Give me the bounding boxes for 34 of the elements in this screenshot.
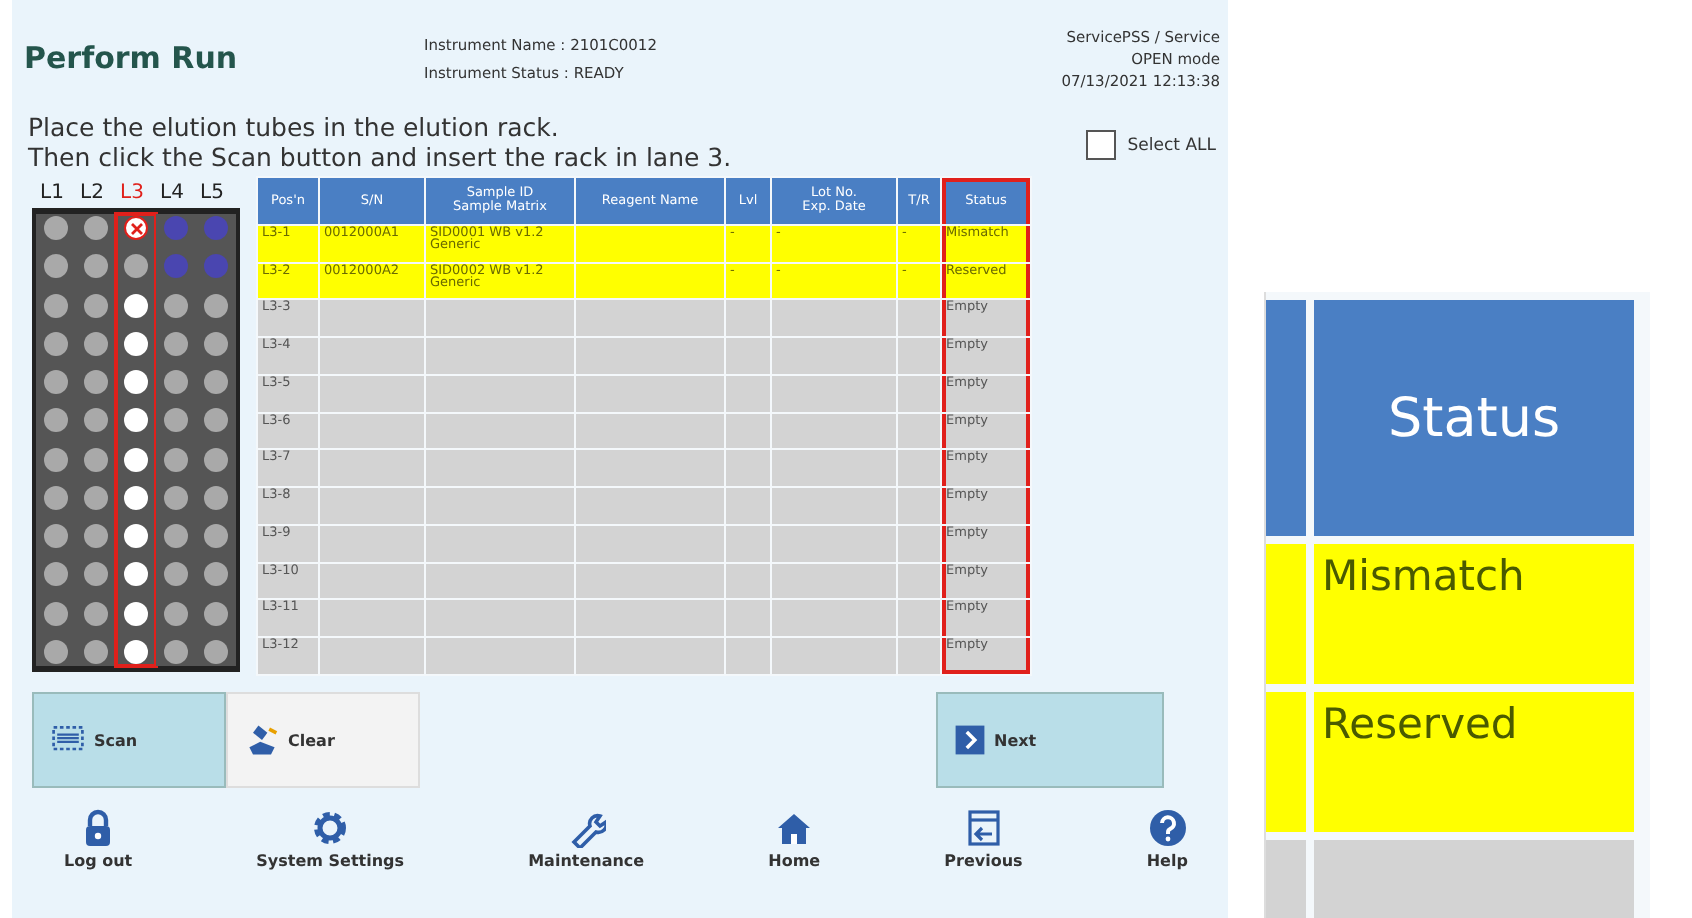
status-cell: Mismatch	[1314, 544, 1634, 684]
rack-lane[interactable]	[116, 214, 156, 666]
select-all-label: Select ALL	[1127, 135, 1216, 155]
help-icon	[1147, 808, 1188, 848]
nav-button[interactable]: System Settings	[256, 808, 405, 870]
lane-label: L3	[118, 181, 146, 203]
nav-button[interactable]: Previous	[944, 808, 1023, 870]
clear-button[interactable]: Clear	[226, 692, 420, 788]
next-button[interactable]: Next	[936, 692, 1164, 788]
page-title: Perform Run	[24, 40, 240, 76]
column-header: Status	[1314, 300, 1634, 536]
rack-lane[interactable]	[76, 214, 116, 666]
lane-label: L1	[38, 181, 66, 203]
lane-label: L2	[78, 181, 106, 203]
nav-button[interactable]: Home	[768, 808, 821, 870]
instruction-text: Place the elution tubes in the elution rack.	[28, 112, 561, 142]
rack-lane[interactable]	[196, 214, 236, 666]
home-icon	[774, 808, 815, 848]
lane-label: L4	[158, 181, 186, 203]
select-all-checkbox[interactable]	[1085, 130, 1116, 160]
cross-icon	[129, 221, 143, 235]
rack-lane[interactable]	[36, 214, 76, 666]
nav-button[interactable]: Help	[1146, 808, 1188, 870]
settings-icon	[310, 808, 351, 848]
nav-button[interactable]: Log out	[64, 808, 133, 870]
nav-button[interactable]: Maintenance	[528, 808, 645, 870]
eraser-icon	[244, 722, 280, 758]
instruction-text: Then click the Scan button and insert the rack in lane 3.	[28, 142, 734, 172]
status-cell: Reserved	[1314, 692, 1634, 832]
wrench-icon	[566, 808, 607, 848]
scan-button[interactable]: Scan	[32, 692, 226, 788]
lane-label: L5	[198, 181, 226, 203]
chevron-right-icon	[954, 724, 986, 756]
rack-lane[interactable]	[156, 214, 196, 666]
